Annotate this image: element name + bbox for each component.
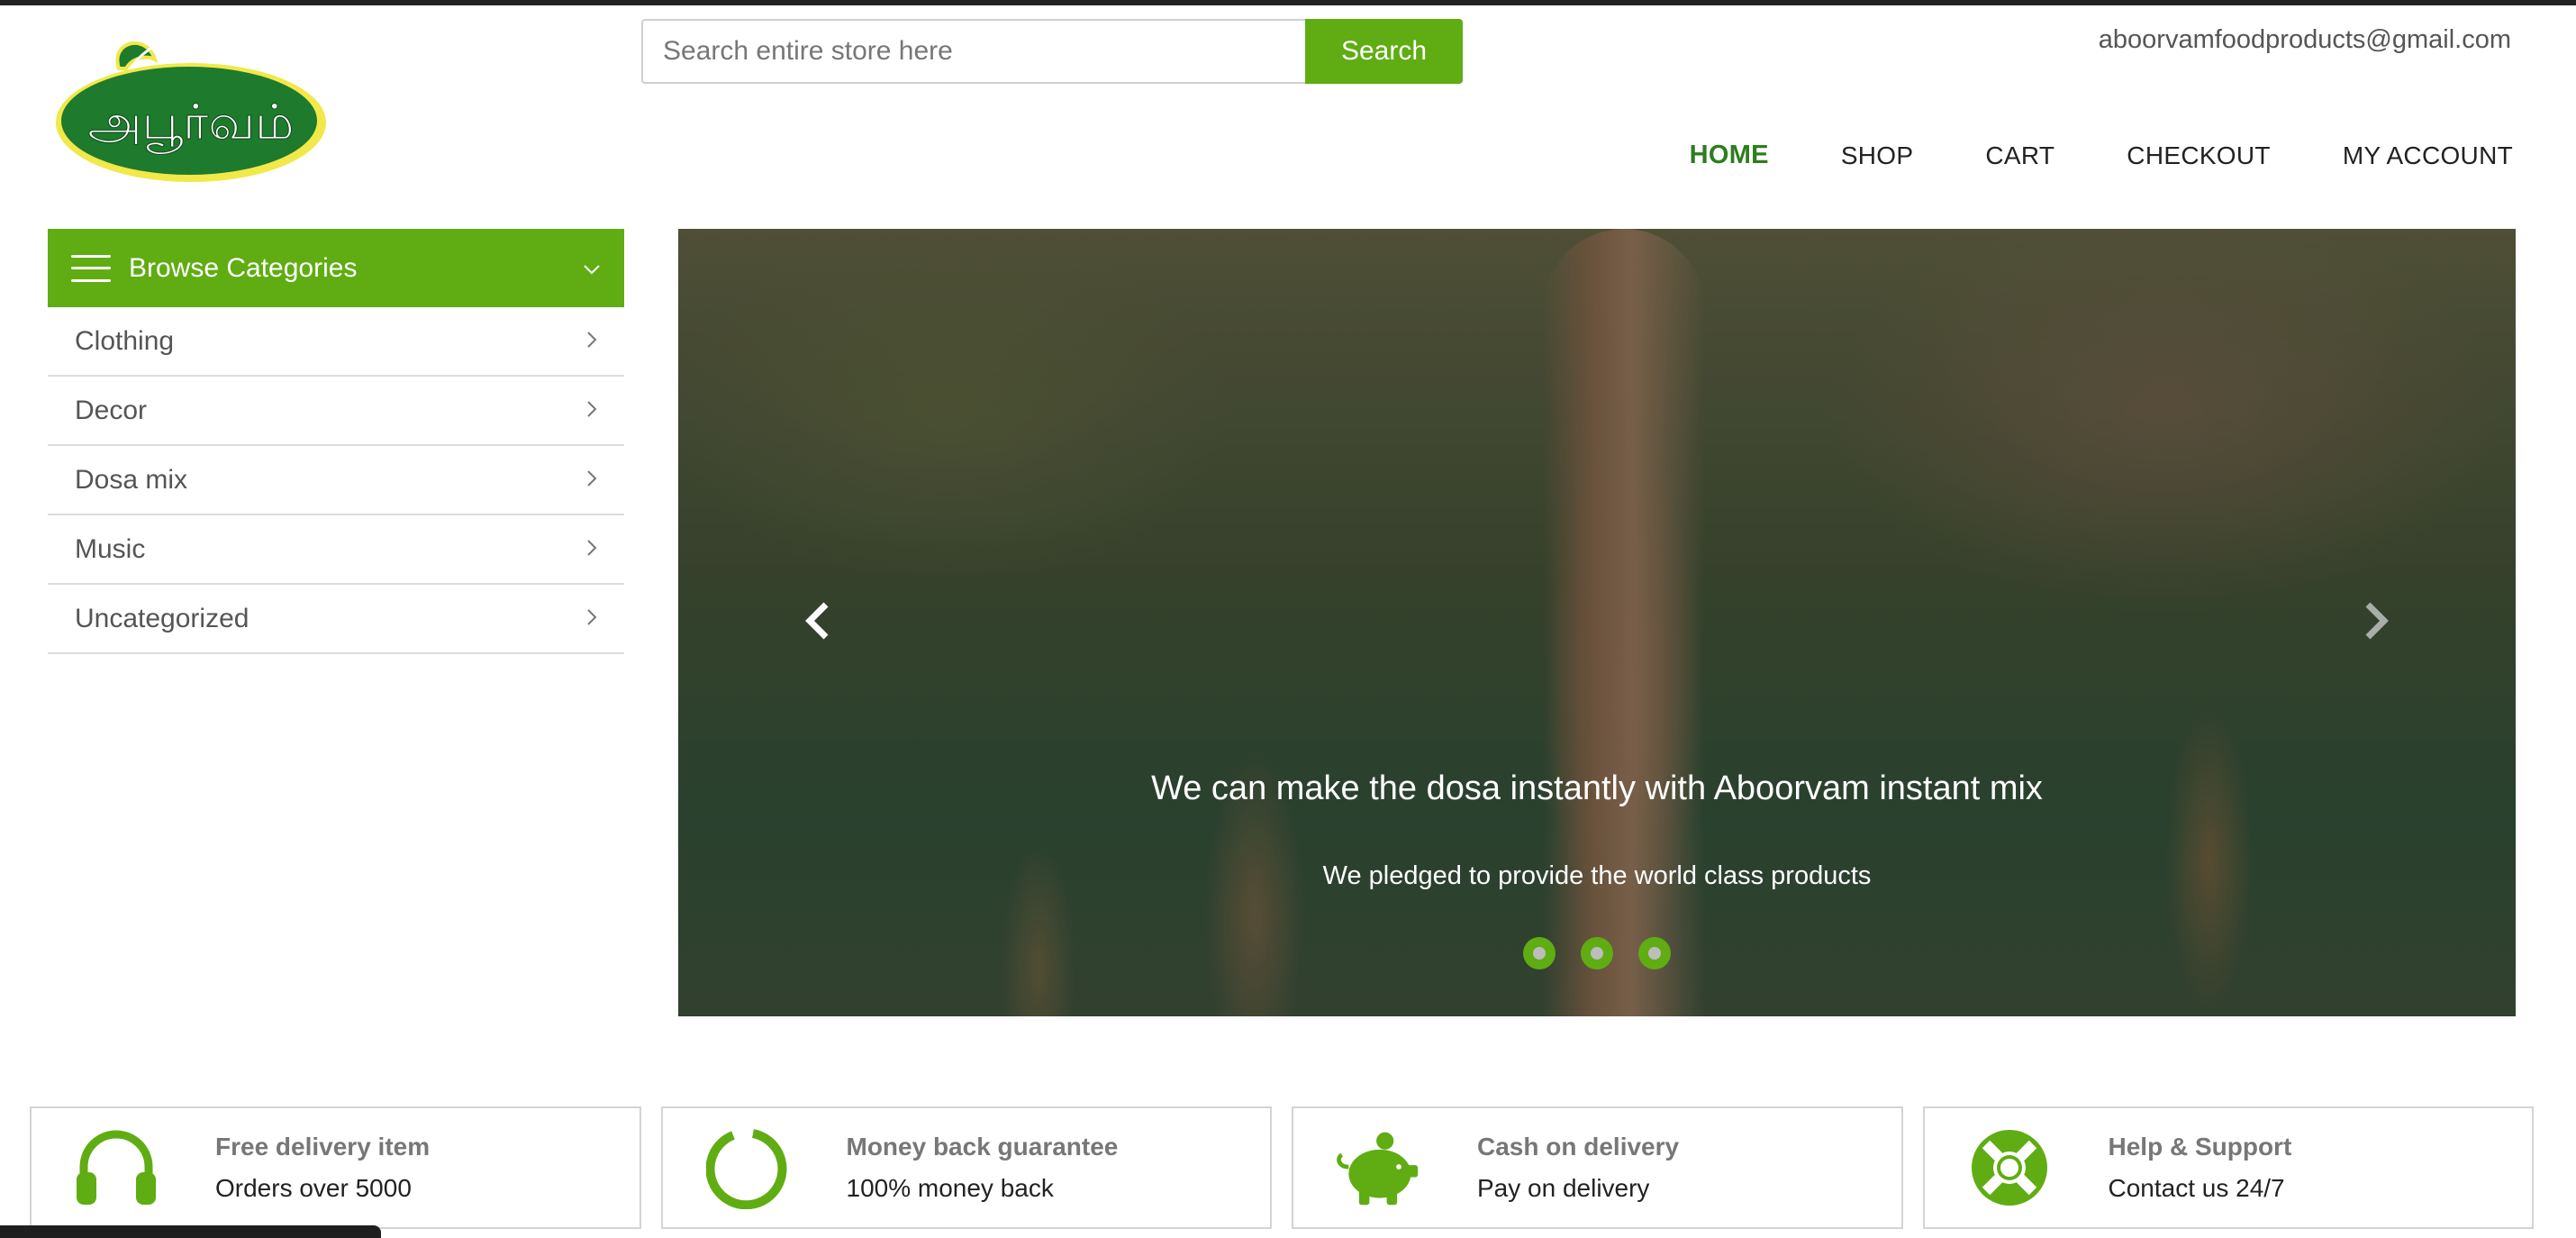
lifebuoy-icon [1966, 1124, 2053, 1211]
svg-text:அபூர்வம்: அபூர்வம் [87, 94, 294, 154]
slider-dot-1[interactable] [1523, 937, 1556, 969]
chevron-right-icon [586, 605, 597, 633]
search-button[interactable]: Search [1305, 19, 1463, 84]
feature-title: Free delivery item [215, 1133, 431, 1161]
category-clothing[interactable]: Clothing [48, 307, 624, 377]
header-email[interactable]: aboorvamfoodproducts@gmail.com [2099, 25, 2511, 55]
category-sidebar: Browse Categories Clothing Decor Dosa mi… [48, 229, 624, 654]
category-uncategorized[interactable]: Uncategorized [48, 585, 624, 654]
nav-cart[interactable]: CART [1985, 141, 2054, 170]
category-label: Clothing [75, 325, 175, 356]
piggy-bank-icon [1335, 1124, 1421, 1211]
search-bar: Search [641, 19, 1463, 84]
nav-my-account[interactable]: MY ACCOUNT [2343, 141, 2513, 170]
hero-title: We can make the dosa instantly with Aboo… [1151, 769, 2043, 807]
feature-subtitle: Orders over 5000 [215, 1174, 412, 1202]
slider-prev-arrow[interactable] [795, 598, 840, 652]
feature-cash-on-delivery: Cash on delivery Pay on delivery [1292, 1106, 1903, 1229]
refresh-icon [704, 1124, 791, 1211]
search-input[interactable] [641, 19, 1305, 84]
chevron-right-icon [586, 396, 597, 424]
feature-subtitle: Pay on delivery [1477, 1174, 1650, 1202]
slider-dot-2[interactable] [1581, 937, 1613, 969]
hero-subtitle: We pledged to provide the world class pr… [1322, 861, 1872, 890]
category-music[interactable]: Music [48, 515, 624, 585]
category-label: Decor [75, 395, 148, 425]
category-dosa-mix[interactable]: Dosa mix [48, 446, 624, 515]
nav-home[interactable]: HOME [1690, 141, 1769, 170]
slider-dots [678, 937, 2516, 969]
category-label: Uncategorized [75, 603, 249, 633]
chevron-right-icon [586, 466, 597, 494]
headphones-icon [73, 1124, 159, 1211]
slider-dot-3[interactable] [1638, 937, 1671, 969]
slider-next-arrow[interactable] [2354, 598, 2399, 652]
browse-categories-title: Browse Categories [129, 252, 358, 283]
brand-logo[interactable]: அபூர்வம் [56, 32, 326, 195]
main-nav: HOME SHOP CART CHECKOUT MY ACCOUNT [1690, 141, 2513, 170]
chevron-left-icon [805, 602, 829, 640]
feature-help-support: Help & Support Contact us 24/7 [1922, 1106, 2534, 1229]
nav-checkout[interactable]: CHECKOUT [2127, 141, 2271, 170]
chevron-right-icon [2365, 602, 2389, 640]
logo-graphic: அபூர்வம் [56, 36, 326, 182]
category-label: Dosa mix [75, 464, 188, 495]
nav-shop[interactable]: SHOP [1841, 141, 1914, 170]
feature-title: Money back guarantee [846, 1133, 1119, 1161]
bottom-overlay-bar [0, 1225, 381, 1238]
feature-subtitle: Contact us 24/7 [2108, 1174, 2285, 1202]
top-border [0, 0, 2576, 5]
chevron-down-icon [583, 257, 601, 280]
category-decor[interactable]: Decor [48, 377, 624, 446]
feature-free-delivery: Free delivery item Orders over 5000 [30, 1106, 641, 1229]
feature-money-back: Money back guarantee 100% money back [660, 1106, 1272, 1229]
feature-title: Cash on delivery [1477, 1133, 1680, 1161]
feature-subtitle: 100% money back [846, 1174, 1054, 1202]
chevron-right-icon [586, 327, 597, 355]
features-row: Free delivery item Orders over 5000 Mone… [30, 1106, 2534, 1229]
hero-slider: We can make the dosa instantly with Aboo… [678, 229, 2516, 1016]
chevron-right-icon [586, 535, 597, 563]
feature-title: Help & Support [2108, 1133, 2292, 1161]
browse-categories-toggle[interactable]: Browse Categories [48, 229, 624, 307]
hamburger-icon [71, 254, 111, 282]
category-label: Music [75, 533, 146, 564]
